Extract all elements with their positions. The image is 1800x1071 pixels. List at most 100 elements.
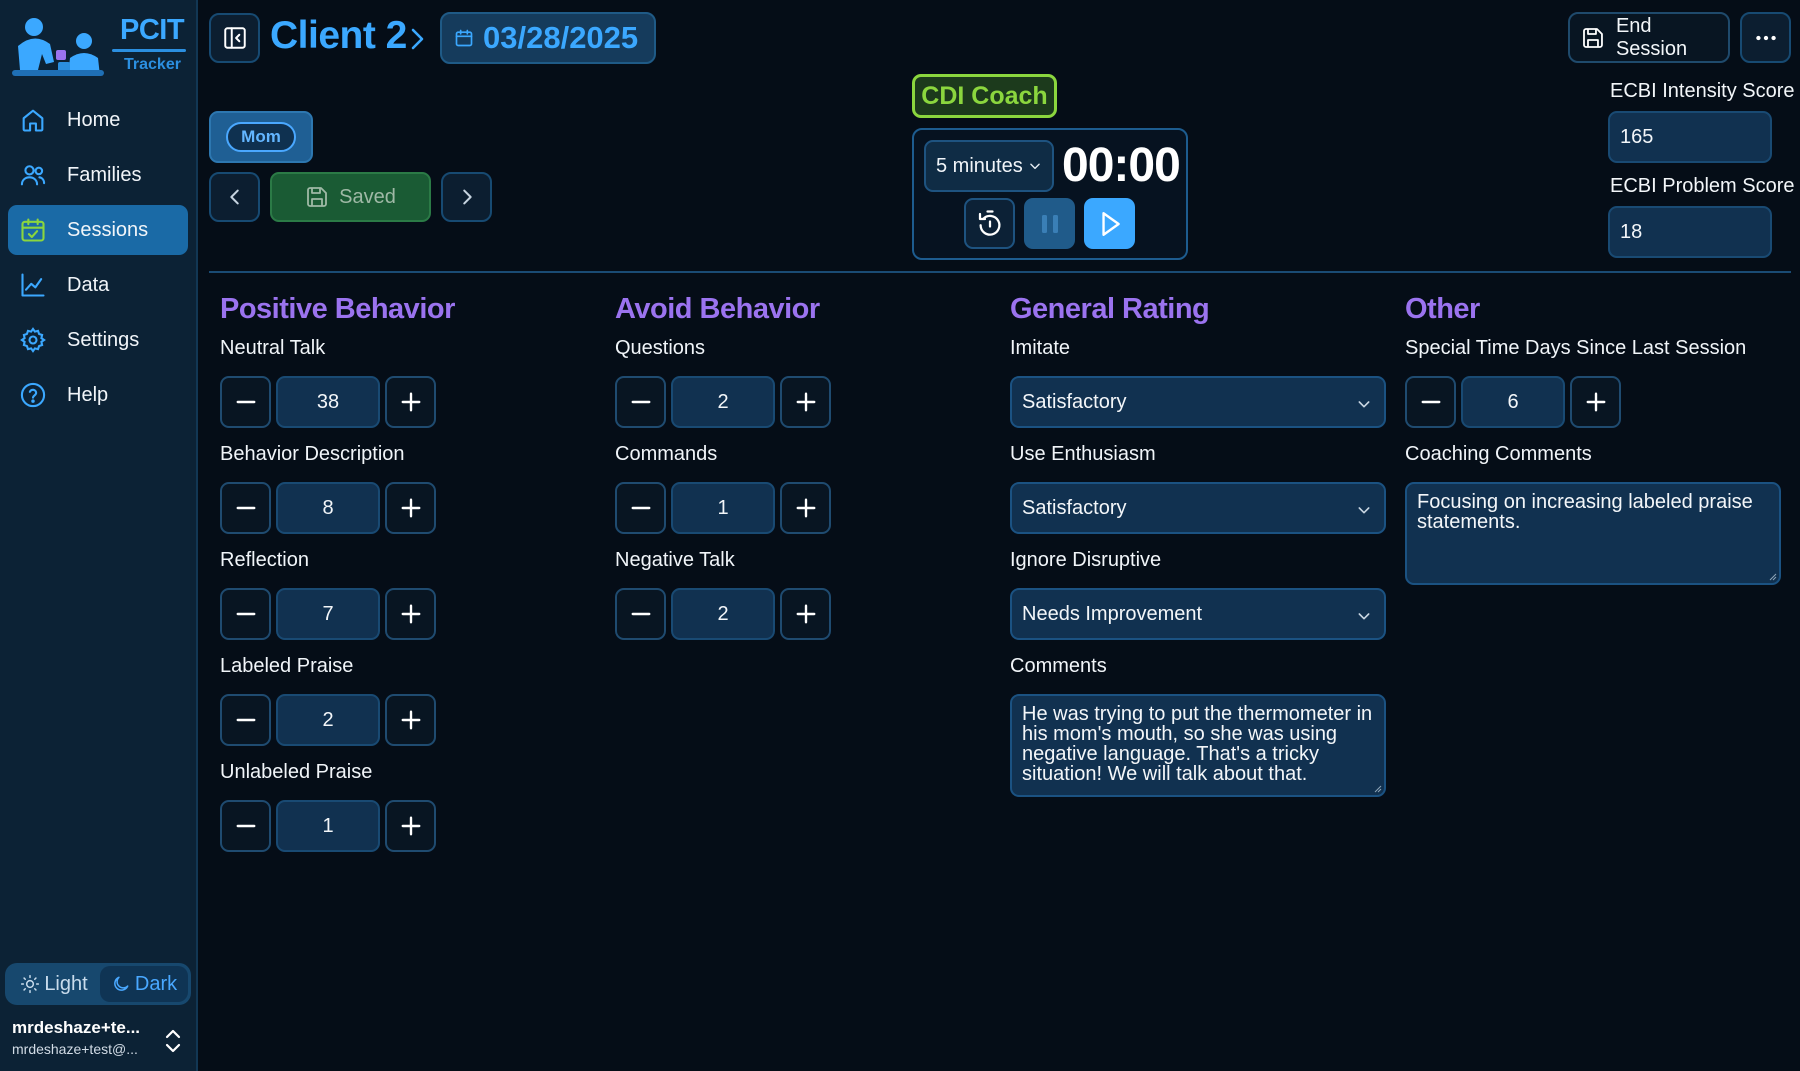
increment-button[interactable] xyxy=(780,376,831,428)
rating-select[interactable]: Satisfactory xyxy=(1010,482,1386,534)
minus-icon xyxy=(236,612,255,616)
ecbi-intensity-input[interactable]: 165 xyxy=(1608,111,1772,163)
decrement-button[interactable] xyxy=(1405,376,1456,428)
chevron-down-icon xyxy=(1358,507,1370,514)
quantity-stepper: 8 xyxy=(220,482,436,534)
sidebar-item-settings[interactable]: Settings xyxy=(8,315,188,365)
gear-icon xyxy=(20,327,46,353)
counter-value[interactable]: 8 xyxy=(276,482,380,534)
previous-button[interactable] xyxy=(209,172,260,222)
minus-icon xyxy=(236,400,255,404)
coach-mode-badge[interactable]: CDI Coach xyxy=(912,74,1057,118)
end-session-button[interactable]: End Session xyxy=(1568,12,1730,63)
theme-toggle: Light Dark xyxy=(5,963,191,1005)
minus-icon xyxy=(1421,400,1440,404)
reset-timer-button[interactable] xyxy=(964,198,1015,249)
sidebar-item-label: Settings xyxy=(67,328,140,351)
decrement-button[interactable] xyxy=(220,800,271,852)
coaching-comments-textarea[interactable]: Focusing on increasing labeled praise st… xyxy=(1405,482,1781,585)
decrement-button[interactable] xyxy=(615,482,666,534)
comments-field: Comments He was trying to put the thermo… xyxy=(1010,653,1390,797)
increment-button[interactable] xyxy=(385,800,436,852)
section-title: Avoid Behavior xyxy=(615,293,820,325)
sidebar-item-help[interactable]: Help xyxy=(8,370,188,420)
resize-handle-icon[interactable] xyxy=(1767,571,1777,581)
app-logo[interactable]: PCIT Tracker xyxy=(8,14,190,80)
counter-label: Neutral Talk xyxy=(220,337,326,359)
plus-icon xyxy=(401,710,420,730)
users-icon xyxy=(20,165,46,186)
decrement-button[interactable] xyxy=(615,376,666,428)
counter-value[interactable]: 1 xyxy=(276,800,380,852)
other-section: Other Special Time Days Since Last Sessi… xyxy=(1405,293,1785,585)
duration-select[interactable]: 5 minutes xyxy=(924,140,1054,192)
rating-select[interactable]: Satisfactory xyxy=(1010,376,1386,428)
increment-button[interactable] xyxy=(780,482,831,534)
pause-button[interactable] xyxy=(1024,198,1075,249)
chevron-down-icon xyxy=(1358,401,1370,408)
plus-icon xyxy=(1586,392,1605,412)
counter-neutral-talk: Neutral Talk 38 xyxy=(220,335,580,441)
quantity-stepper: 38 xyxy=(220,376,436,428)
counter-commands: Commands 1 xyxy=(615,441,975,547)
sidebar-item-home[interactable]: Home xyxy=(8,95,188,145)
resize-handle-icon[interactable] xyxy=(1372,783,1382,793)
section-title: General Rating xyxy=(1010,293,1210,325)
counter-value[interactable]: 2 xyxy=(671,588,775,640)
rating-ignore-disruptive: Ignore Disruptive Needs Improvement xyxy=(1010,547,1390,653)
counter-label: Behavior Description xyxy=(220,443,405,465)
counter-label: Questions xyxy=(615,337,706,359)
counter-value[interactable]: 6 xyxy=(1461,376,1565,428)
user-menu[interactable]: mrdeshaze+te... mrdeshaze+test@... xyxy=(12,1018,190,1064)
ecbi-intensity-label: ECBI Intensity Score xyxy=(1610,80,1795,102)
increment-button[interactable] xyxy=(385,588,436,640)
decrement-button[interactable] xyxy=(220,482,271,534)
rating-imitate: Imitate Satisfactory xyxy=(1010,335,1390,441)
next-button[interactable] xyxy=(441,172,492,222)
minus-icon xyxy=(236,506,255,510)
chevron-right-icon xyxy=(411,28,424,50)
increment-button[interactable] xyxy=(385,376,436,428)
save-icon xyxy=(1583,27,1603,48)
collapse-sidebar-button[interactable] xyxy=(209,13,260,63)
plus-icon xyxy=(401,392,420,412)
comments-textarea[interactable]: He was trying to put the thermometer in … xyxy=(1010,694,1386,797)
counter-label: Reflection xyxy=(220,549,309,571)
parent-tab-mom[interactable]: Mom xyxy=(209,111,313,163)
saved-button[interactable]: Saved xyxy=(270,172,431,222)
coaching-comments-field: Coaching Comments Focusing on increasing… xyxy=(1405,441,1785,585)
sidebar-item-families[interactable]: Families xyxy=(8,150,188,200)
increment-button[interactable] xyxy=(385,694,436,746)
duration-value: 5 minutes xyxy=(936,154,1023,177)
counter-value[interactable]: 1 xyxy=(671,482,775,534)
play-button[interactable] xyxy=(1084,198,1135,249)
increment-button[interactable] xyxy=(1570,376,1621,428)
increment-button[interactable] xyxy=(780,588,831,640)
rating-select[interactable]: Needs Improvement xyxy=(1010,588,1386,640)
session-date-picker[interactable]: 03/28/2025 xyxy=(440,12,656,64)
decrement-button[interactable] xyxy=(615,588,666,640)
counter-questions: Questions 2 xyxy=(615,335,975,441)
minus-icon xyxy=(236,718,255,722)
counter-label: Labeled Praise xyxy=(220,655,354,677)
counter-labeled-praise: Labeled Praise 2 xyxy=(220,653,580,759)
client-name[interactable]: Client 2 xyxy=(270,14,407,58)
chevron-right-icon xyxy=(462,189,472,205)
increment-button[interactable] xyxy=(385,482,436,534)
counter-value[interactable]: 38 xyxy=(276,376,380,428)
rating-value: Needs Improvement xyxy=(1022,602,1203,625)
light-theme-button[interactable]: Light xyxy=(8,966,100,1002)
ecbi-problem-input[interactable]: 18 xyxy=(1608,206,1772,258)
counter-reflection: Reflection 7 xyxy=(220,547,580,653)
decrement-button[interactable] xyxy=(220,694,271,746)
counter-value[interactable]: 2 xyxy=(276,694,380,746)
counter-value[interactable]: 2 xyxy=(671,376,775,428)
decrement-button[interactable] xyxy=(220,588,271,640)
sidebar-item-data[interactable]: Data xyxy=(8,260,188,310)
dark-theme-button[interactable]: Dark xyxy=(100,966,188,1002)
more-options-button[interactable] xyxy=(1740,12,1791,63)
sidebar-item-sessions[interactable]: Sessions xyxy=(8,205,188,255)
calendar-icon xyxy=(455,29,473,47)
decrement-button[interactable] xyxy=(220,376,271,428)
counter-value[interactable]: 7 xyxy=(276,588,380,640)
